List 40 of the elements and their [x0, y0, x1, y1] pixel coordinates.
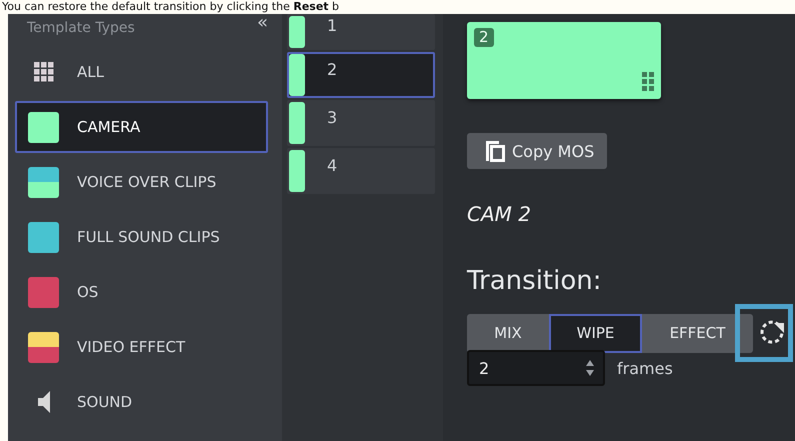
copy-icon: [484, 139, 506, 163]
grid-icon: [34, 62, 54, 82]
template-item[interactable]: 4: [287, 148, 435, 194]
template-type-label: VOICE OVER CLIPS: [77, 173, 216, 191]
template-type-label: SOUND: [77, 393, 132, 411]
template-type-label: OS: [77, 283, 98, 301]
template-type-item[interactable]: SOUND: [15, 376, 268, 428]
number-badge: 2: [474, 28, 494, 47]
template-type-item[interactable]: FULL SOUND CLIPS: [15, 211, 268, 263]
template-number: 3: [326, 107, 338, 129]
template-number: 4: [326, 155, 338, 177]
template-type-item[interactable]: ALL: [15, 46, 268, 98]
transition-option[interactable]: WIPE: [549, 314, 642, 352]
template-type-label: CAMERA: [77, 118, 140, 136]
template-item[interactable]: 1: [287, 14, 435, 50]
grip-icon[interactable]: [642, 72, 655, 92]
template-type-item[interactable]: VOICE OVER CLIPS: [15, 156, 268, 208]
collapse-button[interactable]: «: [256, 16, 268, 30]
transition-option[interactable]: MIX: [467, 314, 549, 352]
frames-input[interactable]: 2: [467, 350, 605, 386]
transition-label: Transition:: [467, 266, 602, 296]
template-name: CAM 2: [467, 202, 531, 226]
template-item[interactable]: 3: [287, 100, 435, 146]
copy-mos-button[interactable]: Copy MOS: [467, 133, 608, 169]
spinner-icon[interactable]: [585, 359, 595, 377]
caption-text: You can restore the default transition by clicking the Reset b: [2, 0, 340, 14]
transition-option[interactable]: EFFECT: [642, 314, 753, 352]
template-type-label: ALL: [77, 63, 104, 81]
template-type-item[interactable]: CAMERA: [15, 101, 268, 153]
frames-unit: frames: [617, 358, 673, 378]
sidebar-title: Template Types: [27, 20, 135, 36]
template-type-label: VIDEO EFFECT: [77, 338, 186, 356]
template-number: 2: [326, 59, 338, 81]
speaker-icon: [38, 391, 50, 413]
template-item[interactable]: 2: [287, 52, 435, 98]
template-number: 1: [326, 16, 338, 37]
template-card[interactable]: 2: [467, 22, 661, 99]
template-type-item[interactable]: OS: [15, 266, 268, 318]
template-type-item[interactable]: VIDEO EFFECT: [15, 321, 268, 373]
template-type-label: FULL SOUND CLIPS: [77, 228, 220, 246]
